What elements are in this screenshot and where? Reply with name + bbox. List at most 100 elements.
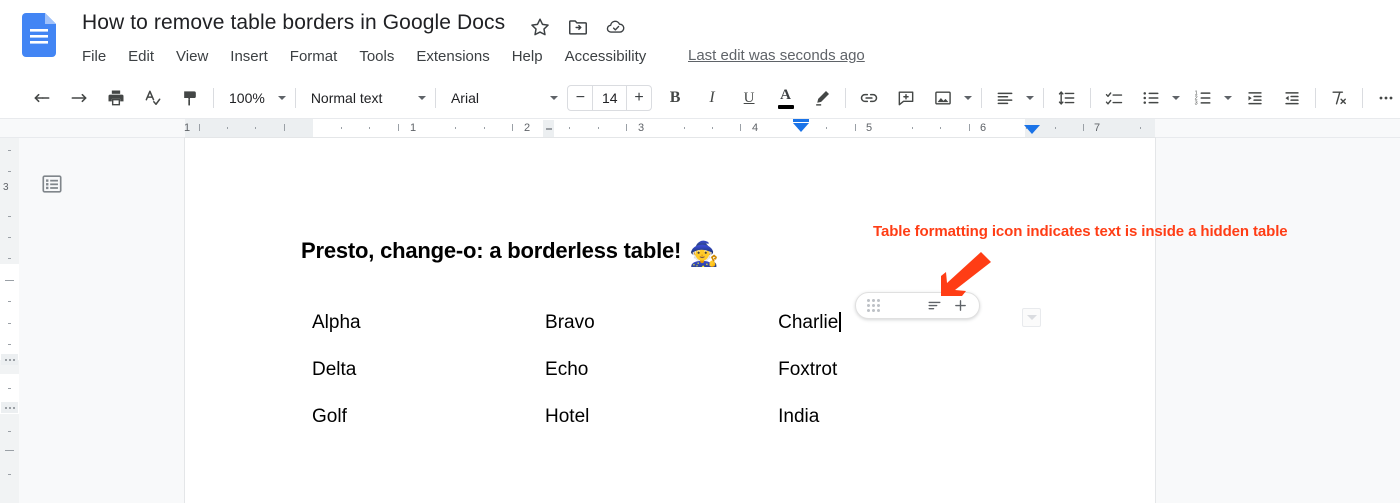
font-family-value: Arial (450, 90, 479, 106)
insert-image-icon[interactable] (929, 84, 957, 112)
table-cell[interactable]: Hotel (545, 406, 778, 453)
add-comment-icon[interactable] (892, 84, 920, 112)
menu-item-help[interactable]: Help (512, 46, 543, 68)
ruler-number: 5 (865, 122, 873, 134)
table-row-handle[interactable] (1, 402, 18, 413)
font-size-stepper: − 14 + (567, 85, 653, 111)
decrease-indent-icon[interactable] (1241, 84, 1269, 112)
annotation-arrow-icon (925, 250, 995, 298)
annotation-text: Table formatting icon indicates text is … (873, 223, 1288, 240)
title-bar: How to remove table borders in Google Do… (0, 0, 1400, 78)
align-icon[interactable] (991, 84, 1019, 112)
chevron-down-icon (417, 96, 426, 100)
document-title[interactable]: How to remove table borders in Google Do… (82, 11, 505, 35)
left-indent-marker[interactable] (793, 119, 809, 132)
more-options-icon[interactable] (1372, 84, 1400, 112)
cloud-saved-icon[interactable] (605, 16, 627, 38)
zoom-selector[interactable]: 100% (223, 84, 286, 112)
paint-format-icon[interactable] (176, 84, 204, 112)
horizontal-ruler[interactable]: 1 1 2 3 4 5 6 7 (0, 119, 1400, 138)
star-icon[interactable] (529, 16, 551, 38)
formatting-toolbar: 100% Normal text Arial − 14 + B I U A 1 … (0, 78, 1400, 119)
print-icon[interactable] (102, 84, 130, 112)
vruler-page-area (0, 264, 19, 360)
insert-link-icon[interactable] (855, 84, 883, 112)
google-docs-logo[interactable] (22, 13, 56, 57)
table-drag-handle-icon[interactable] (867, 299, 880, 312)
vertical-ruler[interactable]: 3 4 (0, 138, 19, 503)
column-divider-handle[interactable] (543, 120, 554, 137)
vruler-number: 3 (3, 182, 9, 193)
ruler-number: 4 (751, 122, 759, 134)
table-row: Golf Hotel India (312, 406, 1012, 453)
ruler-page-area (185, 119, 1155, 137)
text-color-button[interactable]: A (772, 87, 799, 109)
google-docs-window: How to remove table borders in Google Do… (0, 0, 1400, 503)
bulleted-list-icon[interactable] (1137, 84, 1165, 112)
table-cell[interactable]: India (778, 406, 1012, 453)
document-heading[interactable]: Presto, change-o: a borderless table! 🧙 (301, 238, 719, 269)
text-cursor (839, 312, 841, 332)
chevron-down-icon[interactable] (1026, 96, 1035, 100)
show-document-outline-icon[interactable] (39, 171, 65, 197)
menu-item-insert[interactable]: Insert (230, 46, 268, 68)
menu-bar: File Edit View Insert Format Tools Exten… (82, 45, 646, 69)
underline-button[interactable]: U (735, 84, 763, 112)
menu-item-format[interactable]: Format (290, 46, 338, 68)
increase-font-size-button[interactable]: + (627, 86, 651, 110)
table-cell-text: Charlie (778, 312, 839, 333)
cell-dropdown-icon[interactable] (1022, 308, 1041, 327)
ruler-number: 3 (637, 122, 645, 134)
menu-item-accessibility[interactable]: Accessibility (565, 46, 647, 68)
table-cell[interactable]: Foxtrot (778, 359, 1012, 406)
wizard-emoji: 🧙 (689, 241, 719, 268)
line-spacing-icon[interactable] (1053, 84, 1081, 112)
chevron-down-icon[interactable] (1224, 96, 1233, 100)
font-size-input[interactable]: 14 (592, 86, 628, 110)
chevron-down-icon (550, 96, 559, 100)
redo-icon[interactable] (65, 84, 93, 112)
italic-button[interactable]: I (698, 84, 726, 112)
undo-icon[interactable] (28, 84, 56, 112)
text-color-swatch (777, 104, 794, 109)
chevron-down-icon[interactable] (964, 96, 973, 100)
menu-item-file[interactable]: File (82, 46, 106, 68)
ruler-left-margin (185, 119, 313, 137)
clear-formatting-icon[interactable] (1325, 84, 1353, 112)
ruler-number: 7 (1093, 122, 1101, 134)
table-cell[interactable]: Delta (312, 359, 545, 406)
ruler-number: 1 (409, 122, 417, 134)
bold-button[interactable]: B (661, 84, 689, 112)
menu-item-extensions[interactable]: Extensions (416, 46, 489, 68)
menu-item-edit[interactable]: Edit (128, 46, 154, 68)
checklist-icon[interactable] (1100, 84, 1128, 112)
table-cell[interactable]: Golf (312, 406, 545, 453)
last-edit-status[interactable]: Last edit was seconds ago (688, 45, 865, 67)
menu-item-tools[interactable]: Tools (359, 46, 394, 68)
table-cell[interactable]: Alpha (312, 312, 545, 359)
ruler-number: 1 (183, 122, 191, 134)
zoom-value: 100% (229, 90, 265, 106)
table-cell[interactable]: Echo (545, 359, 778, 406)
right-indent-marker[interactable] (1024, 125, 1040, 134)
highlight-color-icon[interactable] (808, 84, 836, 112)
add-row-column-icon[interactable] (953, 298, 968, 313)
paragraph-style-value: Normal text (310, 90, 383, 106)
table-cell[interactable]: Bravo (545, 312, 778, 359)
table-options-icon[interactable] (927, 298, 942, 313)
ruler-right-margin (1025, 119, 1155, 137)
spellcheck-icon[interactable] (139, 84, 167, 112)
move-to-folder-icon[interactable] (567, 16, 589, 38)
document-heading-text: Presto, change-o: a borderless table! (301, 238, 682, 263)
menu-item-view[interactable]: View (176, 46, 208, 68)
table-cell[interactable]: Charlie (778, 312, 1012, 359)
increase-indent-icon[interactable] (1278, 84, 1306, 112)
svg-text:3: 3 (1195, 101, 1198, 107)
decrease-font-size-button[interactable]: − (568, 86, 592, 110)
table-row-handle[interactable] (1, 354, 18, 365)
borderless-table[interactable]: Alpha Bravo Charlie Delta Echo Foxtrot G… (312, 312, 1012, 453)
paragraph-style-selector[interactable]: Normal text (305, 84, 426, 112)
chevron-down-icon[interactable] (1172, 96, 1181, 100)
font-family-selector[interactable]: Arial (445, 84, 559, 112)
numbered-list-icon[interactable]: 1 2 3 (1189, 84, 1217, 112)
